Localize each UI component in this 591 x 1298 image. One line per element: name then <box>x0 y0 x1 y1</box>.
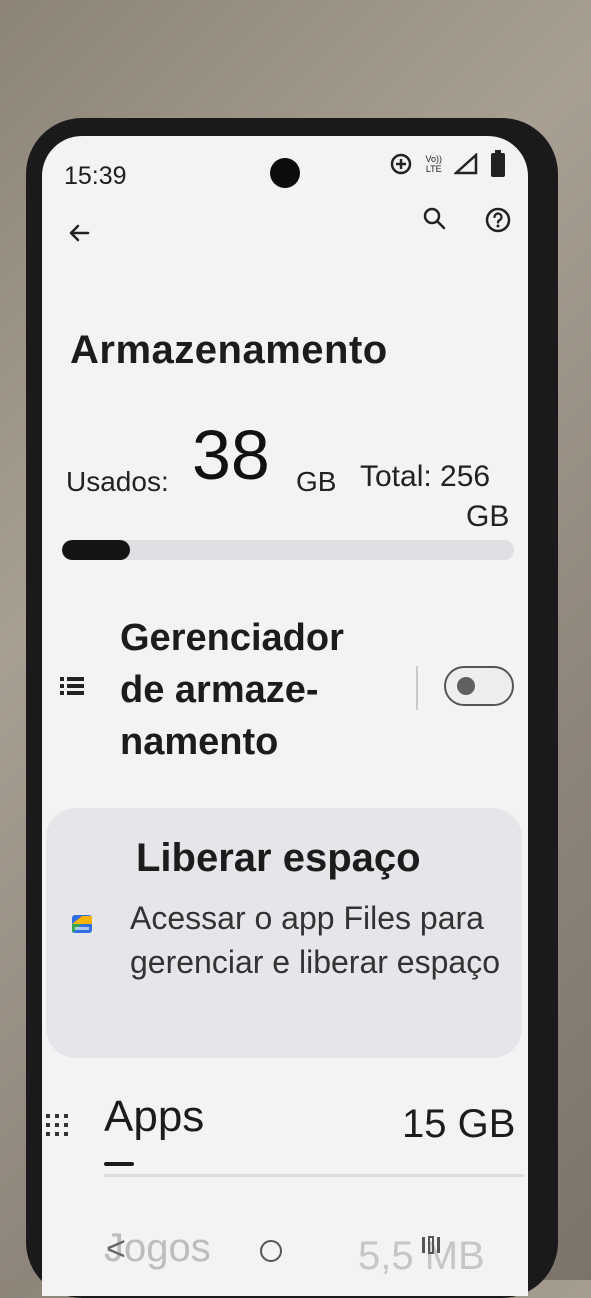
volte-text-bottom: LTE <box>425 164 442 174</box>
used-label: Usados: <box>66 466 169 497</box>
storage-progress-fill <box>62 540 130 560</box>
files-app-icon <box>70 912 94 941</box>
page-title: Armazenamento <box>70 328 388 372</box>
help-icon[interactable] <box>484 206 512 239</box>
category-apps-size: 15 GB <box>402 1102 516 1146</box>
used-value: 38 <box>192 416 270 494</box>
total-label: Total: 256 <box>360 460 491 493</box>
apps-grid-icon <box>46 1114 68 1141</box>
front-camera <box>270 158 300 188</box>
storage-manager-toggle[interactable] <box>444 666 514 706</box>
used-unit: GB <box>296 466 337 497</box>
category-apps-bar <box>104 1174 524 1177</box>
divider <box>416 666 418 710</box>
status-icons: Vo)) LTE <box>389 150 506 178</box>
volte-text-top: Vo)) <box>425 154 442 164</box>
status-time: 15:39 <box>64 162 127 190</box>
total-unit: GB <box>466 500 510 533</box>
category-apps-label[interactable]: Apps <box>104 1092 204 1142</box>
nav-home-icon[interactable] <box>260 1240 282 1262</box>
list-icon <box>60 676 84 701</box>
screen: 15:39 Vo)) LTE Armazenamento Usados: 38 … <box>42 136 528 1296</box>
back-arrow-icon[interactable] <box>66 220 92 251</box>
battery-icon <box>490 150 506 178</box>
storage-progress-bar <box>62 540 514 560</box>
sync-icon <box>389 152 413 176</box>
signal-icon <box>454 153 478 175</box>
free-space-description: Acessar o app Files para gerenciar e lib… <box>130 900 500 980</box>
free-space-title: Liberar espaço <box>136 836 421 880</box>
nav-recents-icon[interactable] <box>420 1234 442 1261</box>
volte-icon: Vo)) LTE <box>425 154 442 174</box>
search-icon[interactable] <box>422 206 448 237</box>
nav-back-icon[interactable]: < <box>106 1230 126 1269</box>
category-apps-bar-fill <box>104 1162 134 1166</box>
toggle-knob <box>457 677 475 695</box>
storage-manager-title[interactable]: Gerenciador de armaze-namento <box>120 612 390 768</box>
